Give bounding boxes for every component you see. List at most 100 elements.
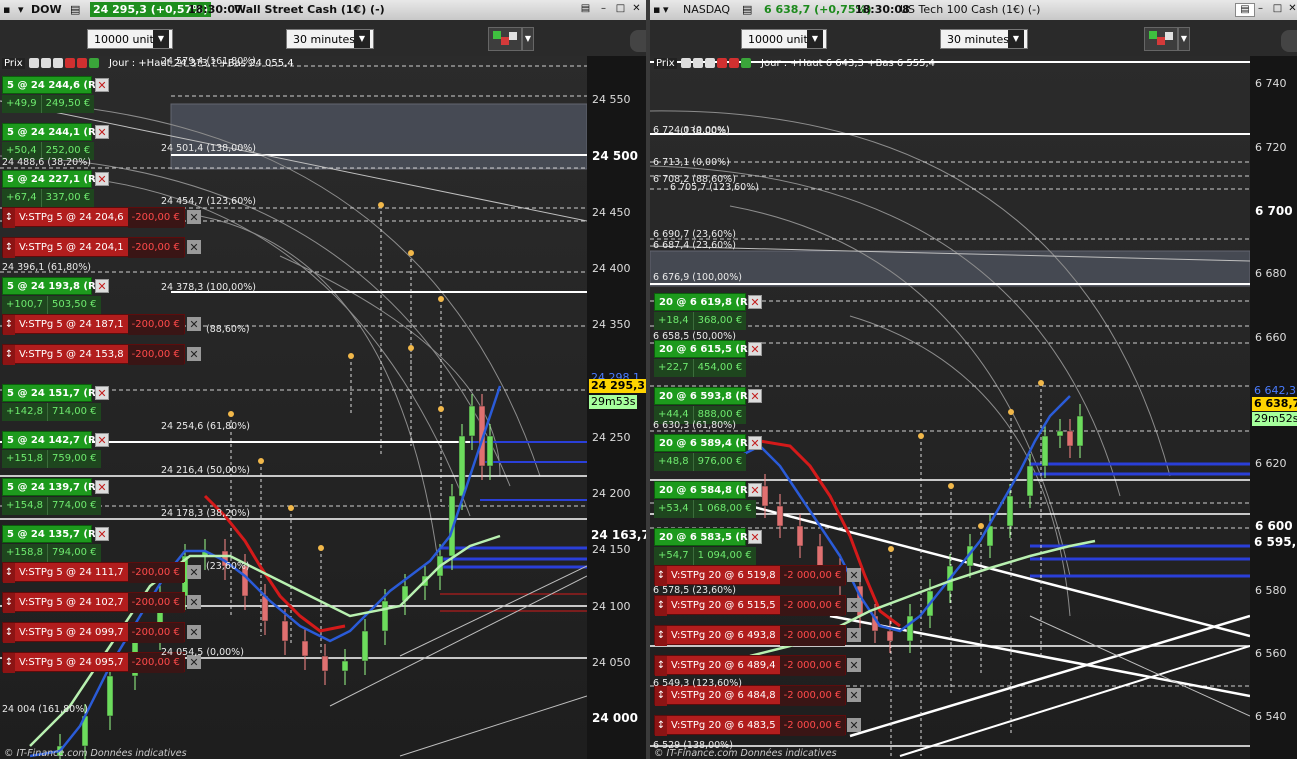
- cancel-icon[interactable]: [64, 58, 75, 68]
- stop-order[interactable]: ↕ V:STPg 5 @ 24 204,6 -200,00 €: [2, 207, 185, 228]
- close-order-icon[interactable]: ✕: [187, 595, 201, 609]
- drag-handle-icon[interactable]: ↕: [3, 623, 15, 643]
- close-order-icon[interactable]: ✕: [847, 598, 861, 612]
- timeframe-select[interactable]: 30 minutes ▼: [286, 29, 374, 49]
- maximize-icon[interactable]: □: [1272, 3, 1283, 15]
- close-position-icon[interactable]: ✕: [748, 389, 762, 403]
- symbol-label[interactable]: NASDAQ: [683, 3, 730, 16]
- timeframe-select[interactable]: 30 minutes ▼: [940, 29, 1028, 49]
- stop-order[interactable]: ↕ V:STPg 5 @ 24 153,8 -200,00 €: [2, 344, 185, 365]
- close-order-icon[interactable]: ✕: [847, 658, 861, 672]
- position-ticket[interactable]: 20 @ 6 619,8 (RL): [654, 293, 759, 311]
- minimize-icon[interactable]: –: [598, 3, 609, 15]
- settings-icon[interactable]: ▤: [1235, 3, 1255, 17]
- stop-order[interactable]: ↕ V:STPg 20 @ 6 483,5 -2 000,00 €: [654, 715, 847, 736]
- quantity-select[interactable]: 10000 unités ▼: [87, 29, 173, 49]
- dropdown-caret-icon[interactable]: ▾: [18, 3, 24, 16]
- close-order-icon[interactable]: ✕: [187, 210, 201, 224]
- stop-order[interactable]: ↕ V:STPg 5 @ 24 187,1 -200,00 €: [2, 314, 185, 335]
- stop-order[interactable]: ↕ V:STPg 20 @ 6 493,8 -2 000,00 €: [654, 625, 847, 646]
- position-ticket[interactable]: 5 @ 24 151,7 (RL): [2, 384, 107, 402]
- drag-handle-icon[interactable]: ↕: [655, 626, 667, 646]
- drag-handle-icon[interactable]: ↕: [3, 208, 15, 228]
- position-ticket[interactable]: 5 @ 24 227,1 (RL): [2, 170, 107, 188]
- chart-tools-dropdown[interactable]: ▼: [522, 27, 534, 51]
- position-ticket[interactable]: 5 @ 24 139,7 (RL): [2, 478, 107, 496]
- close-position-icon[interactable]: ✕: [748, 295, 762, 309]
- close-order-icon[interactable]: ✕: [847, 688, 861, 702]
- sell-icon[interactable]: [76, 58, 87, 68]
- lock-icon[interactable]: [704, 58, 715, 68]
- close-position-icon[interactable]: ✕: [748, 483, 762, 497]
- drag-handle-icon[interactable]: ↕: [3, 653, 15, 673]
- window-icon[interactable]: [692, 58, 703, 68]
- stop-order[interactable]: ↕ V:STPg 20 @ 6 489,4 -2 000,00 €: [654, 655, 847, 676]
- lock-icon[interactable]: [52, 58, 63, 68]
- close-icon[interactable]: ✕: [631, 3, 642, 15]
- position-ticket[interactable]: 5 @ 24 193,8 (RL): [2, 277, 107, 295]
- settings-icon[interactable]: ▤: [742, 3, 752, 16]
- close-order-icon[interactable]: ✕: [847, 568, 861, 582]
- close-order-icon[interactable]: ✕: [847, 628, 861, 642]
- position-ticket[interactable]: 20 @ 6 589,4 (RL): [654, 434, 759, 452]
- close-position-icon[interactable]: ✕: [95, 172, 109, 186]
- position-ticket[interactable]: 5 @ 24 244,1 (RL): [2, 123, 107, 141]
- stop-order[interactable]: ↕ V:STPg 5 @ 24 102,7 -200,00 €: [2, 592, 185, 613]
- drag-handle-icon[interactable]: ↕: [3, 315, 15, 335]
- close-position-icon[interactable]: ✕: [95, 433, 109, 447]
- drag-handle-icon[interactable]: ↕: [655, 596, 667, 616]
- close-position-icon[interactable]: ✕: [95, 480, 109, 494]
- window-icon[interactable]: [40, 58, 51, 68]
- drag-handle-icon[interactable]: ↕: [3, 593, 15, 613]
- close-icon[interactable]: ✕: [1287, 3, 1297, 15]
- close-order-icon[interactable]: ✕: [187, 347, 201, 361]
- position-ticket[interactable]: 20 @ 6 584,8 (RL): [654, 481, 759, 499]
- close-position-icon[interactable]: ✕: [748, 436, 762, 450]
- drag-handle-icon[interactable]: ↕: [655, 656, 667, 676]
- stop-order[interactable]: ↕ V:STPg 5 @ 24 111,7 -200,00 €: [2, 562, 185, 583]
- close-position-icon[interactable]: ✕: [748, 530, 762, 544]
- stop-order[interactable]: ↕ V:STPg 5 @ 24 204,1 -200,00 €: [2, 237, 185, 258]
- sell-icon[interactable]: [728, 58, 739, 68]
- close-position-icon[interactable]: ✕: [95, 386, 109, 400]
- maximize-icon[interactable]: □: [615, 3, 626, 15]
- close-position-icon[interactable]: ✕: [95, 125, 109, 139]
- position-ticket[interactable]: 5 @ 24 142,7 (RL): [2, 431, 107, 449]
- drag-handle-icon[interactable]: ↕: [655, 686, 667, 706]
- drag-handle-icon[interactable]: ↕: [3, 238, 15, 258]
- close-position-icon[interactable]: ✕: [95, 527, 109, 541]
- position-ticket[interactable]: 20 @ 6 583,5 (RL): [654, 528, 759, 546]
- chart-tools-button[interactable]: [1144, 27, 1178, 51]
- position-ticket[interactable]: 5 @ 24 244,6 (RL): [2, 76, 107, 94]
- close-position-icon[interactable]: ✕: [95, 279, 109, 293]
- stop-order[interactable]: ↕ V:STPg 5 @ 24 099,7 -200,00 €: [2, 622, 185, 643]
- chart-tools-dropdown[interactable]: ▼: [1178, 27, 1190, 51]
- settings-icon[interactable]: ▤: [70, 3, 80, 16]
- dropdown-caret-icon[interactable]: ▾: [663, 3, 669, 16]
- chart-tools-button[interactable]: [488, 27, 522, 51]
- close-position-icon[interactable]: ✕: [748, 342, 762, 356]
- stop-order[interactable]: ↕ V:STPg 20 @ 6 515,5 -2 000,00 €: [654, 595, 847, 616]
- wrench-icon[interactable]: [680, 58, 691, 68]
- drag-handle-icon[interactable]: ↕: [3, 563, 15, 583]
- close-order-icon[interactable]: ✕: [187, 317, 201, 331]
- cancel-icon[interactable]: [716, 58, 727, 68]
- stop-order[interactable]: ↕ V:STPg 5 @ 24 095,7 -200,00 €: [2, 652, 185, 673]
- symbol-label[interactable]: DOW: [31, 3, 62, 16]
- close-order-icon[interactable]: ✕: [187, 240, 201, 254]
- side-panel-icon[interactable]: [1281, 30, 1297, 52]
- wrench-icon[interactable]: [28, 58, 39, 68]
- buy-icon[interactable]: [88, 58, 99, 68]
- position-ticket[interactable]: 20 @ 6 615,5 (RL): [654, 340, 759, 358]
- stop-order[interactable]: ↕ V:STPg 20 @ 6 519,8 -2 000,00 €: [654, 565, 847, 586]
- position-ticket[interactable]: 5 @ 24 135,7 (RL): [2, 525, 107, 543]
- settings-icon[interactable]: ▤: [580, 3, 591, 15]
- close-order-icon[interactable]: ✕: [847, 718, 861, 732]
- close-position-icon[interactable]: ✕: [95, 78, 109, 92]
- drag-handle-icon[interactable]: ↕: [655, 566, 667, 586]
- drag-handle-icon[interactable]: ↕: [655, 716, 667, 736]
- minimize-icon[interactable]: –: [1255, 3, 1266, 15]
- side-panel-icon[interactable]: [630, 30, 646, 52]
- buy-icon[interactable]: [740, 58, 751, 68]
- close-order-icon[interactable]: ✕: [187, 625, 201, 639]
